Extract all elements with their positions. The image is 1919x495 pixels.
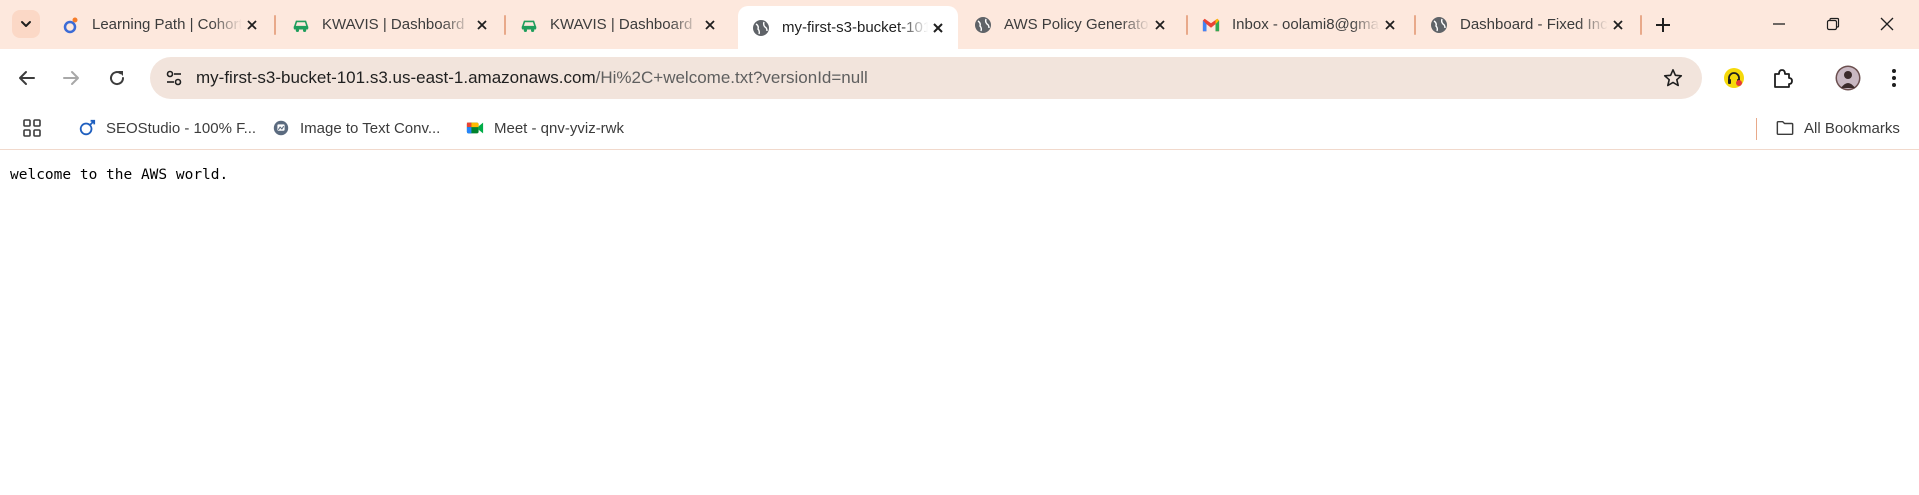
more-vertical-icon xyxy=(1892,69,1896,87)
tab-strip: Learning Path | Cohort KWAVIS | Dashboar… xyxy=(0,0,1919,49)
tab-title: AWS Policy Generator xyxy=(1004,16,1150,33)
close-tab-icon[interactable] xyxy=(1150,15,1170,35)
tab-gmail-inbox[interactable]: Inbox - oolami8@gmail.com xyxy=(1188,8,1410,41)
all-bookmarks-label: All Bookmarks xyxy=(1804,119,1900,137)
forward-button[interactable] xyxy=(56,63,86,93)
bookmark-seostudio[interactable]: SEOStudio - 100% F... xyxy=(78,115,256,141)
bookmarks-bar: SEOStudio - 100% F... Image to Text Conv… xyxy=(0,108,1919,150)
bookmark-label: Image to Text Conv... xyxy=(300,119,441,137)
tab-title: KWAVIS | Dashboard xyxy=(550,16,693,33)
bookmark-label: SEOStudio - 100% F... xyxy=(106,119,257,137)
globe-icon xyxy=(974,16,992,34)
url-host: my-first-s3-bucket-101.s3.us-east-1.amaz… xyxy=(196,68,596,87)
kwavis-car-icon xyxy=(520,16,538,34)
arrow-left-icon xyxy=(19,71,35,85)
tab-aws-policy-generator[interactable]: AWS Policy Generator xyxy=(960,8,1180,41)
restore-button[interactable] xyxy=(1810,10,1856,38)
url-path: /Hi%2C+welcome.txt?versionId=null xyxy=(595,68,868,87)
tab-fixed-income-dashboard[interactable]: Dashboard - Fixed Income xyxy=(1416,8,1638,41)
tab-title: Inbox - oolami8@gmail.com xyxy=(1232,16,1380,33)
gmail-icon xyxy=(1202,16,1220,34)
all-bookmarks-button[interactable]: All Bookmarks xyxy=(1776,115,1900,141)
close-tab-icon[interactable] xyxy=(1608,15,1628,35)
reload-icon xyxy=(110,71,125,86)
minimize-icon xyxy=(1773,23,1785,25)
tab-separator xyxy=(1640,15,1642,35)
avatar xyxy=(1835,65,1861,91)
close-tab-icon[interactable] xyxy=(700,15,720,35)
restore-icon xyxy=(1826,17,1840,31)
tab-kwavis-dashboard-1[interactable]: KWAVIS | Dashboard xyxy=(278,8,502,41)
toolbar: my-first-s3-bucket-101.s3.us-east-1.amaz… xyxy=(0,49,1919,108)
bookmarks-separator xyxy=(1756,118,1757,140)
plus-icon xyxy=(1656,18,1670,32)
tab-kwavis-dashboard-2[interactable]: KWAVIS | Dashboard xyxy=(506,8,730,41)
page-content: welcome to the AWS world. xyxy=(0,151,1919,495)
close-icon xyxy=(1880,17,1894,31)
globe-icon xyxy=(752,19,770,37)
minimize-button[interactable] xyxy=(1756,10,1802,38)
close-tab-icon[interactable] xyxy=(242,15,262,35)
bookmark-label: Meet - qnv-yviz-rwk xyxy=(494,119,625,137)
plain-text-body: welcome to the AWS world. xyxy=(10,167,229,183)
chevron-down-icon xyxy=(21,21,31,27)
reload-button[interactable] xyxy=(102,63,132,93)
image-to-text-icon xyxy=(272,119,290,137)
star-icon xyxy=(1663,69,1683,87)
arrow-right-icon xyxy=(63,71,79,85)
url-text[interactable]: my-first-s3-bucket-101.s3.us-east-1.amaz… xyxy=(196,68,868,88)
tab-search-button[interactable] xyxy=(12,10,40,38)
headphones-extension-icon xyxy=(1724,68,1744,88)
new-tab-button[interactable] xyxy=(1650,12,1676,38)
site-info-button[interactable] xyxy=(160,64,188,92)
tab-title: Learning Path | Cohort xyxy=(92,16,242,33)
folder-icon xyxy=(1776,119,1794,137)
tab-separator xyxy=(274,15,276,35)
tab-learning-path[interactable]: Learning Path | Cohort xyxy=(48,8,272,41)
puzzle-icon xyxy=(1774,69,1793,88)
profile-avatar-button[interactable] xyxy=(1834,64,1862,92)
seostudio-icon xyxy=(78,119,96,137)
close-tab-icon[interactable] xyxy=(472,15,492,35)
tab-title: Dashboard - Fixed Income xyxy=(1460,16,1608,33)
tab-title: my-first-s3-bucket-101 xyxy=(782,19,928,36)
extensions-button[interactable] xyxy=(1768,64,1796,92)
bookmark-image-to-text[interactable]: Image to Text Conv... xyxy=(272,115,440,141)
apps-button[interactable] xyxy=(22,115,42,141)
apps-grid-icon xyxy=(23,119,41,137)
kwavis-car-icon xyxy=(292,16,310,34)
address-bar[interactable]: my-first-s3-bucket-101.s3.us-east-1.amaz… xyxy=(150,57,1702,99)
bookmark-google-meet[interactable]: Meet - qnv-yviz-rwk xyxy=(466,115,624,141)
cohort-logo-icon xyxy=(62,16,80,34)
back-button[interactable] xyxy=(12,63,42,93)
bookmark-star-button[interactable] xyxy=(1662,67,1684,89)
close-tab-icon[interactable] xyxy=(928,18,948,38)
tab-title: KWAVIS | Dashboard xyxy=(322,16,465,33)
chrome-menu-button[interactable] xyxy=(1880,64,1908,92)
tab-s3-bucket[interactable]: my-first-s3-bucket-101 xyxy=(738,6,958,49)
globe-icon xyxy=(1430,16,1448,34)
close-tab-icon[interactable] xyxy=(1380,15,1400,35)
close-window-button[interactable] xyxy=(1864,10,1910,38)
tune-icon xyxy=(166,70,182,86)
google-meet-icon xyxy=(466,119,484,137)
extension-headphones-button[interactable] xyxy=(1720,64,1748,92)
